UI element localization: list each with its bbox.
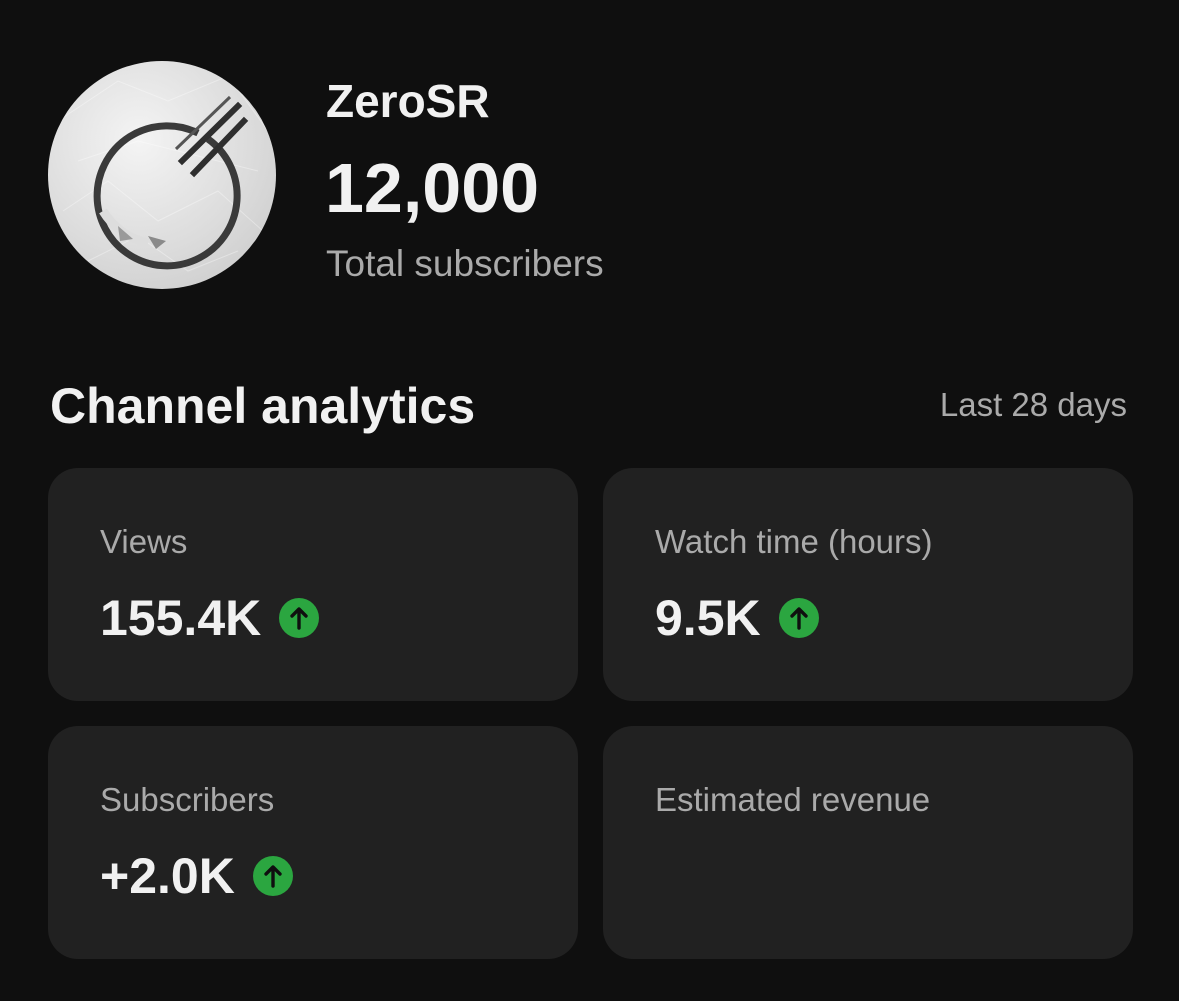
- metric-card-views[interactable]: Views 155.4K: [48, 468, 578, 701]
- arrow-up-icon: [778, 598, 819, 638]
- metric-value: 9.5K: [655, 590, 761, 646]
- channel-logo-ring-icon: [57, 75, 269, 272]
- subscriber-total: 12,000: [325, 149, 540, 227]
- metric-label: Views: [100, 523, 188, 560]
- metric-card-subscribers[interactable]: Subscribers +2.0K: [48, 726, 578, 959]
- arrow-up-icon: [279, 598, 320, 638]
- metric-label: Subscribers: [100, 781, 275, 818]
- channel-name: ZeroSR: [326, 75, 490, 127]
- metric-label: Watch time (hours): [655, 523, 933, 560]
- subscriber-caption: Total subscribers: [326, 243, 604, 284]
- channel-avatar[interactable]: [48, 61, 276, 289]
- metric-value: 155.4K: [100, 590, 262, 646]
- metric-label: Estimated revenue: [655, 781, 931, 818]
- arrow-up-icon: [252, 856, 293, 896]
- date-range[interactable]: Last 28 days: [940, 384, 1127, 426]
- metric-card-watch-time[interactable]: Watch time (hours) 9.5K: [603, 468, 1133, 701]
- metric-value: +2.0K: [100, 848, 235, 904]
- metric-card-estimated-revenue[interactable]: Estimated revenue: [603, 726, 1133, 959]
- section-title: Channel analytics: [50, 378, 476, 434]
